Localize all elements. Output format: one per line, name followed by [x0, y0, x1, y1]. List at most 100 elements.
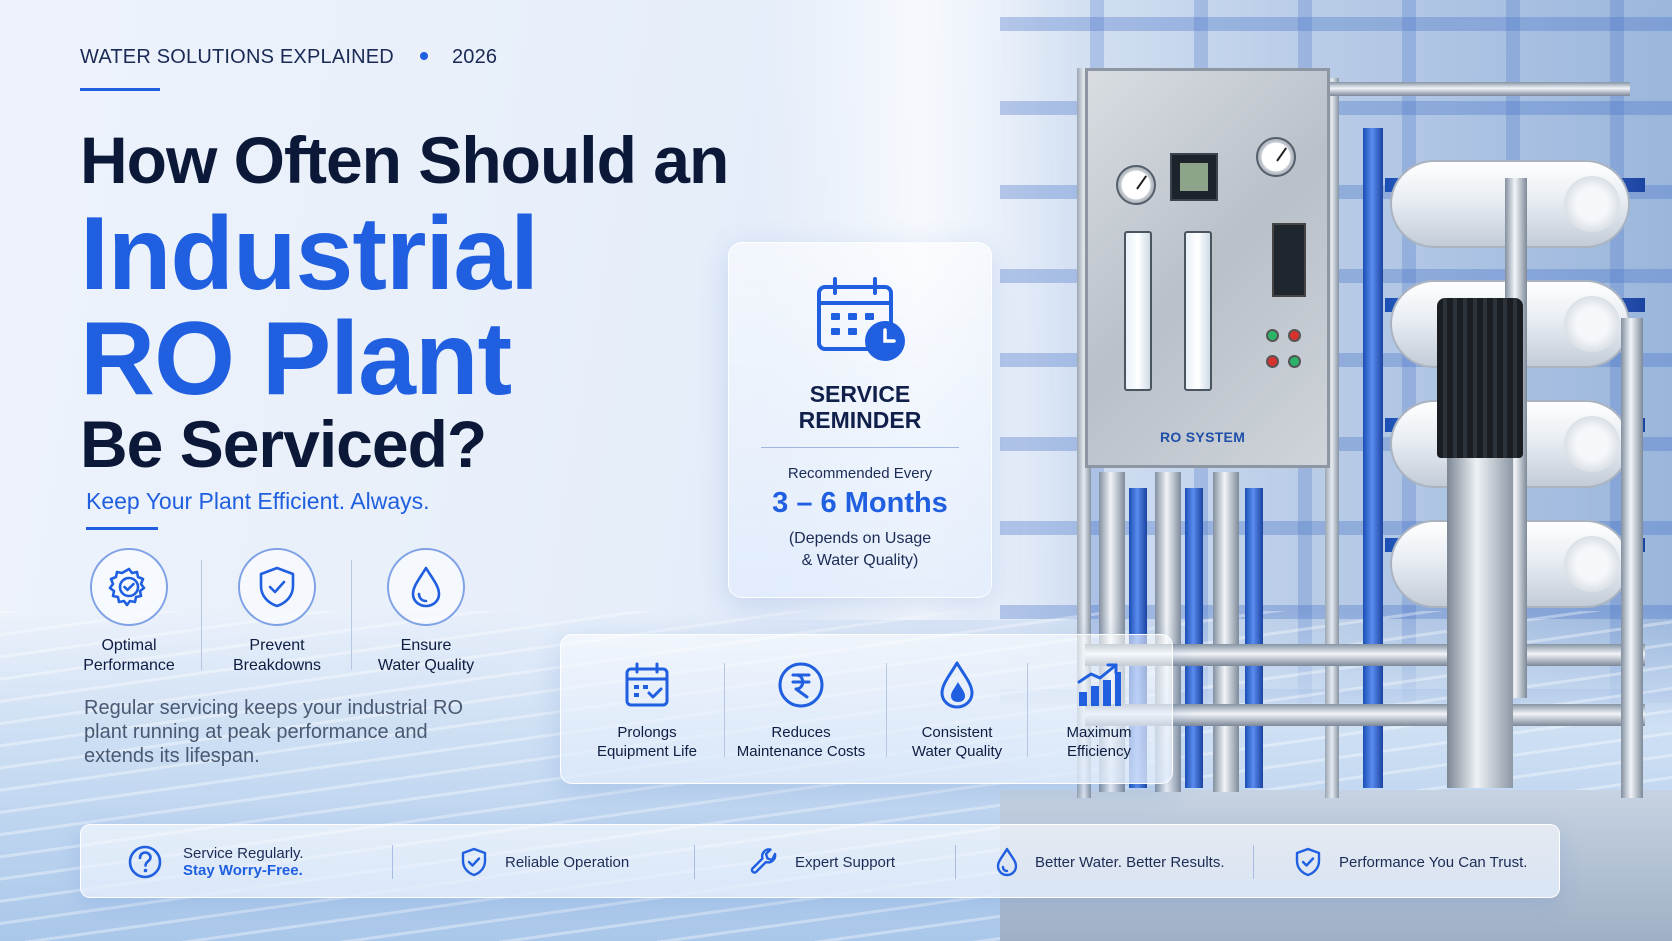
benefit-label-line2: Equipment Life — [596, 743, 698, 760]
blue-pipe — [1185, 488, 1203, 788]
calendar-check-icon — [625, 662, 669, 707]
steel-pipe — [1621, 318, 1643, 798]
feature-label-line2: Performance — [83, 657, 175, 674]
headline-line-4: Be Serviced? — [80, 407, 487, 481]
benefit-item: Consistent Water Quality — [897, 659, 1017, 761]
flowmeter — [1184, 231, 1212, 391]
service-note-line2: & Water Quality) — [801, 552, 919, 569]
bottom-bar-divider — [955, 845, 956, 879]
service-title-line2: REMINDER — [798, 407, 922, 433]
feature-optimal-performance: Optimal Performance — [59, 548, 199, 676]
control-panel: RO SYSTEM — [1085, 68, 1330, 468]
steel-pipe — [1213, 472, 1239, 792]
pressure-gauge-icon — [1256, 137, 1296, 177]
headline-line-2: Industrial — [80, 196, 539, 312]
benefit-label-line1: Consistent — [921, 724, 993, 741]
pump-body — [1447, 458, 1513, 788]
benefit-item: Maximum Efficiency — [1039, 659, 1159, 761]
bottom-bar-item: Expert Support — [749, 825, 895, 899]
feature-label-line1: Prevent — [249, 637, 305, 654]
feature-label-line1: Ensure — [400, 637, 452, 654]
green-button-icon — [1266, 329, 1279, 342]
bottom-bar-service: Service Regularly. Stay Worry-Free. — [127, 825, 304, 899]
benefit-divider — [886, 663, 887, 757]
bottom-bar-item: Better Water. Better Results. — [995, 825, 1225, 899]
wrench-icon — [750, 848, 777, 874]
ro-machine-illustration: RO SYSTEM — [1077, 68, 1672, 828]
green-button-icon — [1288, 355, 1301, 368]
red-button-icon — [1266, 355, 1279, 368]
intro-paragraph: Regular servicing keeps your industrial … — [84, 697, 464, 767]
lcd-display — [1170, 153, 1218, 201]
benefit-label-line2: Water Quality — [911, 743, 1003, 760]
rupee-coin-icon — [778, 662, 824, 708]
bottom-bar: Service Regularly. Stay Worry-Free. Reli… — [80, 824, 1560, 898]
benefit-label-line1: Maximum — [1066, 724, 1132, 741]
bottom-item-label: Expert Support — [795, 853, 896, 871]
feature-label-line2: Water Quality — [377, 657, 475, 674]
kicker-underline — [80, 88, 160, 91]
kicker-text: WATER SOLUTIONS EXPLAINED — [80, 46, 394, 68]
headline-line-3: RO Plant — [80, 301, 512, 417]
water-drop-icon — [940, 661, 974, 709]
recommended-label: Recommended Every — [787, 465, 933, 482]
kicker: WATER SOLUTIONS EXPLAINED 2026 — [80, 46, 497, 69]
bottom-bar-divider — [392, 845, 393, 879]
ro-system-label: RO SYSTEM — [1160, 429, 1246, 445]
bottom-item-label: Better Water. Better Results. — [1035, 853, 1225, 871]
pressure-gauge-icon — [1116, 165, 1156, 205]
tagline-underline — [86, 527, 158, 530]
card-divider — [761, 447, 959, 448]
benefit-divider — [724, 663, 725, 757]
shield-check-icon — [259, 566, 295, 608]
service-note-line1: (Depends on Usage — [788, 530, 932, 547]
feature-icon-circle — [238, 548, 316, 626]
feature-label-line2: Breakdowns — [232, 657, 322, 674]
water-drop-icon — [996, 847, 1018, 877]
flowmeter — [1124, 231, 1152, 391]
shield-check-icon — [1295, 847, 1321, 877]
bullet-dot-icon — [419, 52, 428, 61]
feature-ensure-water-quality: Ensure Water Quality — [356, 548, 496, 676]
tagline: Keep Your Plant Efficient. Always. — [86, 488, 430, 514]
bottom-service-line1: Service Regularly. — [183, 845, 304, 862]
bottom-service-line2: Stay Worry-Free. — [183, 862, 303, 879]
bar-chart-up-icon — [1077, 663, 1121, 706]
service-reminder-card: SERVICE REMINDER Recommended Every 3 – 6 … — [728, 242, 992, 598]
benefit-label-line2: Efficiency — [1067, 743, 1131, 760]
service-title-line1: SERVICE — [809, 381, 911, 407]
benefit-divider — [1027, 663, 1028, 757]
bottom-bar-item: Performance You Can Trust. — [1293, 825, 1527, 899]
feature-icon-circle — [387, 548, 465, 626]
calendar-clock-icon — [817, 277, 905, 361]
benefit-item: Prolongs Equipment Life — [589, 659, 705, 761]
bottom-bar-divider — [694, 845, 695, 879]
shield-check-icon — [461, 847, 487, 877]
bottom-bar-item: Reliable Operation — [459, 825, 629, 899]
benefit-item: Reduces Maintenance Costs — [735, 659, 867, 761]
gear-check-icon — [108, 567, 146, 607]
bottom-item-label: Performance You Can Trust. — [1339, 853, 1528, 871]
headline-line-1: How Often Should an — [80, 123, 729, 197]
feature-divider — [201, 560, 202, 670]
feature-divider — [351, 560, 352, 670]
frame-beam — [1330, 82, 1630, 96]
kicker-year: 2026 — [451, 46, 498, 68]
blue-pipe — [1363, 128, 1383, 788]
feature-label-line1: Optimal — [101, 637, 157, 654]
benefit-label-line1: Reduces — [771, 724, 831, 741]
benefits-card: Prolongs Equipment Life Reduces Maintenanc… — [560, 634, 1173, 784]
bottom-bar-divider — [1253, 845, 1254, 879]
feature-prevent-breakdowns: Prevent Breakdowns — [207, 548, 347, 676]
pump-motor — [1437, 298, 1523, 458]
blue-pipe — [1245, 488, 1263, 788]
benefit-label-line1: Prolongs — [617, 724, 677, 741]
bottom-item-label: Reliable Operation — [505, 853, 630, 871]
feature-icon-circle — [90, 548, 168, 626]
question-circle-icon — [128, 845, 162, 879]
service-interval: 3 – 6 Months — [772, 487, 948, 519]
red-button-icon — [1288, 329, 1301, 342]
water-drop-icon — [411, 566, 441, 608]
benefit-label-line2: Maintenance Costs — [736, 743, 866, 760]
controller-unit — [1272, 223, 1306, 297]
